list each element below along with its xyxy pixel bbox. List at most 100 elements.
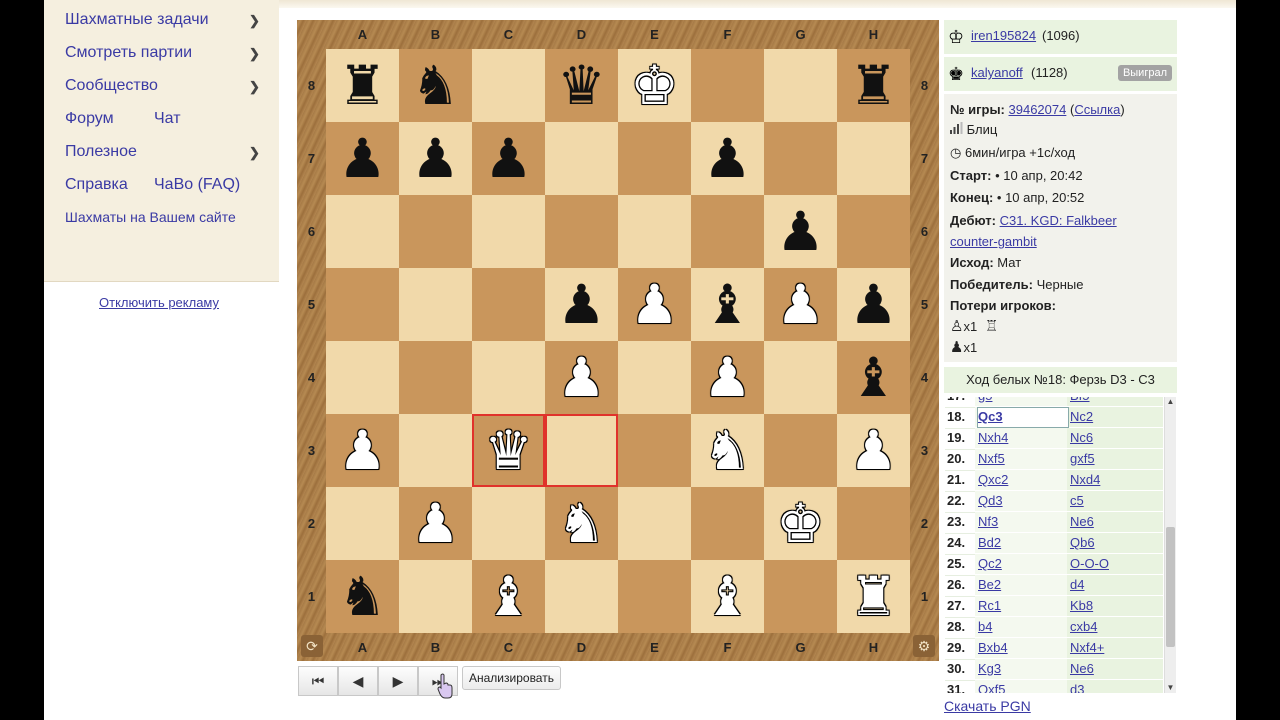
- white-move-link[interactable]: Kg3: [978, 659, 1001, 679]
- white-knight-d2[interactable]: ♞: [545, 487, 618, 560]
- square-e2[interactable]: [618, 487, 691, 560]
- move-list-scrollbar[interactable]: ▲ ▼: [1164, 397, 1176, 693]
- black-move-link[interactable]: c5: [1070, 491, 1084, 511]
- square-a2[interactable]: [326, 487, 399, 560]
- square-h2[interactable]: [837, 487, 910, 560]
- white-king-g2[interactable]: ♚: [764, 487, 837, 560]
- black-bishop-f5[interactable]: ♝: [691, 268, 764, 341]
- square-c2[interactable]: [472, 487, 545, 560]
- white-pawn-b2[interactable]: ♟: [399, 487, 472, 560]
- black-knight-a1[interactable]: ♞: [326, 560, 399, 633]
- white-move-link[interactable]: Qc3: [978, 407, 1003, 427]
- flip-board-icon[interactable]: ⟳: [301, 635, 323, 657]
- chevron-right-icon[interactable]: ❯: [249, 46, 260, 62]
- white-move-link[interactable]: Nxh4: [978, 428, 1008, 448]
- white-move-link[interactable]: Bxb4: [978, 638, 1008, 658]
- black-pawn-f7[interactable]: ♟: [691, 122, 764, 195]
- black-move-link[interactable]: Nc2: [1070, 407, 1093, 427]
- square-g1[interactable]: [764, 560, 837, 633]
- black-rook-h8[interactable]: ♜: [837, 49, 910, 122]
- black-player-name[interactable]: kalyanoff: [971, 65, 1023, 80]
- menu-item-faq[interactable]: ЧаВо (FAQ): [154, 176, 240, 194]
- white-move-link[interactable]: Rc1: [978, 596, 1001, 616]
- square-e6[interactable]: [618, 195, 691, 268]
- square-g4[interactable]: [764, 341, 837, 414]
- white-pawn-e5[interactable]: ♟: [618, 268, 691, 341]
- black-move-link[interactable]: O-O-O: [1070, 554, 1109, 574]
- black-move-link[interactable]: Kb8: [1070, 596, 1093, 616]
- black-pawn-g6[interactable]: ♟: [764, 195, 837, 268]
- black-pawn-a7[interactable]: ♟: [326, 122, 399, 195]
- black-move-link[interactable]: Bf5: [1070, 397, 1090, 406]
- square-b6[interactable]: [399, 195, 472, 268]
- chess-board[interactable]: ♜ ♞ ♛ ♚ ♜ ♟ ♟ ♟ ♟ ♟ ♟ ♟ ♝ ♟ ♟ ♟ ♟ ♝ ♟ ♛ ♞ ♟ ♟ ♞ ♚ ♞ ♝ ♝ ♜: [326, 49, 910, 633]
- white-pawn-a3[interactable]: ♟: [326, 414, 399, 487]
- black-rook-a8[interactable]: ♜: [326, 49, 399, 122]
- menu-item-watch-games[interactable]: Смотреть партии: [65, 44, 192, 62]
- square-e1[interactable]: [618, 560, 691, 633]
- black-pawn-h5[interactable]: ♟: [837, 268, 910, 341]
- white-move-link[interactable]: Qxf5: [978, 680, 1005, 693]
- black-move-link[interactable]: cxb4: [1070, 617, 1097, 637]
- white-player-name[interactable]: iren195824: [971, 28, 1036, 43]
- black-knight-b8[interactable]: ♞: [399, 49, 472, 122]
- white-king-e8[interactable]: ♚: [618, 49, 691, 122]
- white-move-link[interactable]: g5: [978, 397, 992, 406]
- white-move-link[interactable]: Qxc2: [978, 470, 1008, 490]
- square-e4[interactable]: [618, 341, 691, 414]
- black-move-link[interactable]: Nxf4+: [1070, 638, 1104, 658]
- white-pawn-g5[interactable]: ♟: [764, 268, 837, 341]
- game-id-link[interactable]: 39462074: [1009, 102, 1067, 117]
- white-queen-c3[interactable]: ♛: [472, 414, 545, 487]
- scroll-up-icon[interactable]: ▲: [1165, 397, 1176, 407]
- menu-item-chat[interactable]: Чат: [154, 110, 181, 128]
- square-b5[interactable]: [399, 268, 472, 341]
- menu-item-useful[interactable]: Полезное: [65, 143, 137, 161]
- white-move-link[interactable]: Qc2: [978, 554, 1002, 574]
- white-pawn-f4[interactable]: ♟: [691, 341, 764, 414]
- white-move-link[interactable]: Nxf5: [978, 449, 1005, 469]
- square-c4[interactable]: [472, 341, 545, 414]
- square-d1[interactable]: [545, 560, 618, 633]
- chevron-right-icon[interactable]: ❯: [249, 79, 260, 95]
- white-rook-h1[interactable]: ♜: [837, 560, 910, 633]
- white-move-link[interactable]: Be2: [978, 575, 1001, 595]
- square-f8[interactable]: [691, 49, 764, 122]
- scrollbar-thumb[interactable]: [1166, 527, 1175, 647]
- white-move-link[interactable]: Nf3: [978, 512, 998, 532]
- white-move-link[interactable]: b4: [978, 617, 992, 637]
- square-c6[interactable]: [472, 195, 545, 268]
- square-b3[interactable]: [399, 414, 472, 487]
- square-h6[interactable]: [837, 195, 910, 268]
- square-g3[interactable]: [764, 414, 837, 487]
- square-c5[interactable]: [472, 268, 545, 341]
- square-c8[interactable]: [472, 49, 545, 122]
- chevron-right-icon[interactable]: ❯: [249, 145, 260, 161]
- white-move-link[interactable]: Qd3: [978, 491, 1003, 511]
- black-bishop-h4[interactable]: ♝: [837, 341, 910, 414]
- white-bishop-c1[interactable]: ♝: [472, 560, 545, 633]
- black-move-link[interactable]: Qb6: [1070, 533, 1095, 553]
- analyze-button[interactable]: Анализировать: [462, 666, 561, 690]
- square-a5[interactable]: [326, 268, 399, 341]
- square-a4[interactable]: [326, 341, 399, 414]
- square-d3[interactable]: [545, 414, 618, 487]
- menu-item-help[interactable]: Справка: [65, 176, 128, 194]
- square-b4[interactable]: [399, 341, 472, 414]
- square-e3[interactable]: [618, 414, 691, 487]
- black-move-link[interactable]: gxf5: [1070, 449, 1095, 469]
- black-move-link[interactable]: d4: [1070, 575, 1084, 595]
- white-pawn-d4[interactable]: ♟: [545, 341, 618, 414]
- black-pawn-c7[interactable]: ♟: [472, 122, 545, 195]
- black-queen-d8[interactable]: ♛: [545, 49, 618, 122]
- square-g8[interactable]: [764, 49, 837, 122]
- square-f6[interactable]: [691, 195, 764, 268]
- square-g7[interactable]: [764, 122, 837, 195]
- black-move-link[interactable]: Ne6: [1070, 512, 1094, 532]
- first-move-button[interactable]: ⏮: [298, 666, 338, 696]
- menu-item-chess-problems[interactable]: Шахматные задачи: [65, 11, 209, 29]
- opening-link-continued[interactable]: counter-gambit: [950, 234, 1037, 249]
- chevron-right-icon[interactable]: ❯: [249, 13, 260, 29]
- square-e7[interactable]: [618, 122, 691, 195]
- black-pawn-b7[interactable]: ♟: [399, 122, 472, 195]
